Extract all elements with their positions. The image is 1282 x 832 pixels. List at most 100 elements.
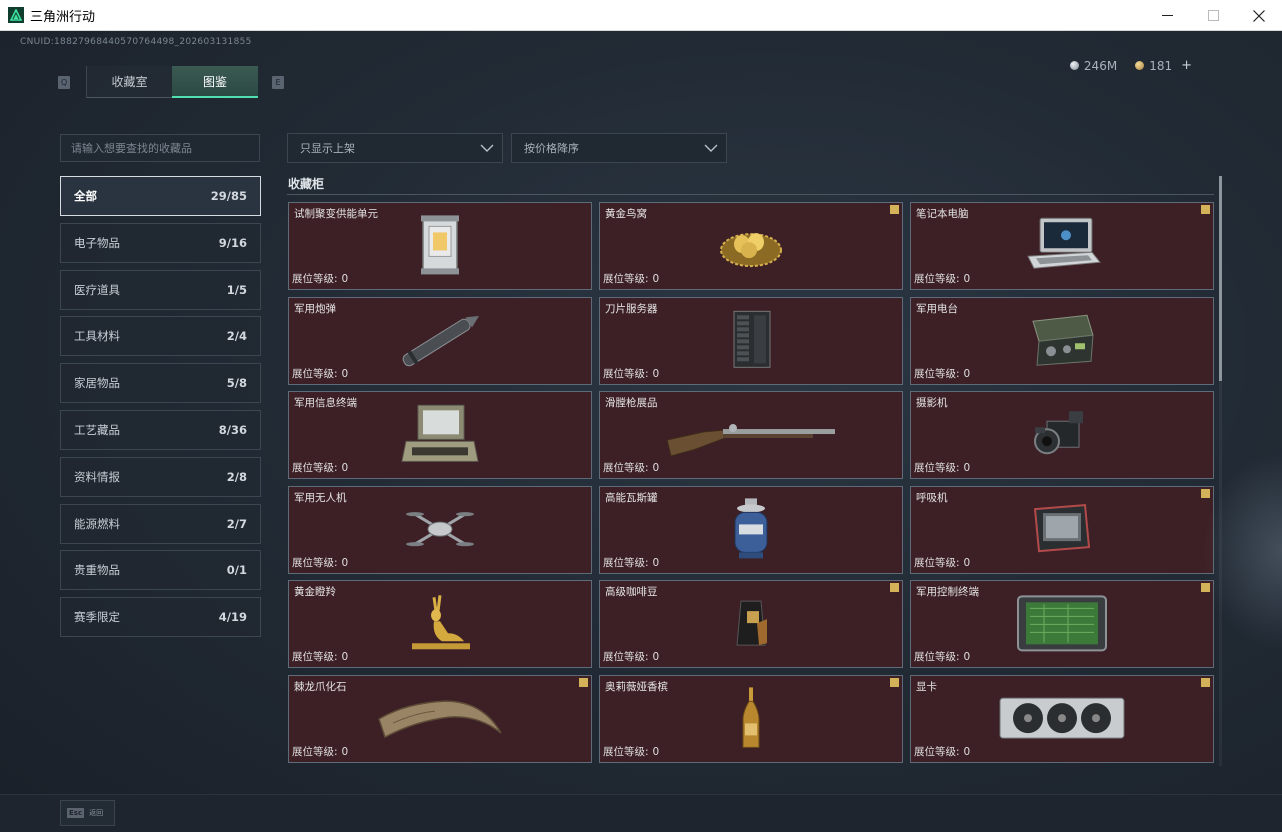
bottom-bar: Esc 返回: [0, 794, 1282, 832]
level-value: 0: [652, 651, 660, 663]
level-label: 展位等级:: [914, 745, 960, 758]
champagne-icon: [739, 685, 763, 755]
category-count: 9/16: [218, 235, 247, 250]
flag-badge: [890, 583, 899, 592]
level-value: 0: [652, 556, 660, 569]
category-count: 2/4: [226, 329, 247, 344]
category-tools[interactable]: 工具材料 2/4: [60, 316, 261, 357]
sort-label: 按价格降序: [524, 142, 579, 155]
item-name: 呼吸机: [916, 491, 948, 504]
item-card[interactable]: 奥莉薇娅香槟 展位等级: 0: [599, 674, 903, 763]
level-label: 展位等级:: [914, 462, 960, 474]
level-label: 展位等级:: [603, 462, 649, 474]
laptop-icon: [1022, 216, 1102, 278]
close-button[interactable]: [1236, 0, 1282, 31]
category-count: 2/8: [226, 469, 247, 484]
category-household[interactable]: 家居物品 5/8: [60, 363, 261, 404]
item-name: 军用电台: [916, 302, 958, 315]
item-name: 棘龙爪化石: [294, 680, 347, 693]
level-value: 0: [341, 745, 349, 758]
item-card[interactable]: 军用控制终端 展位等级: 0: [910, 580, 1214, 668]
flag-badge: [890, 205, 899, 214]
item-card[interactable]: 呼吸机 展位等级: 0: [910, 485, 1214, 574]
artillery-shell-icon: [392, 309, 488, 375]
scrollbar-thumb[interactable]: [1219, 176, 1222, 381]
item-card[interactable]: 高级咖啡豆 展位等级: 0: [599, 580, 903, 668]
tab-codex[interactable]: 图鉴: [172, 66, 258, 98]
category-count: 8/36: [218, 422, 247, 437]
sort-dropdown[interactable]: 按价格降序: [511, 133, 727, 163]
level-label: 展位等级:: [603, 745, 649, 758]
item-card[interactable]: 军用电台 展位等级: 0: [910, 296, 1214, 385]
item-name: 显卡: [916, 680, 937, 693]
category-all[interactable]: 全部 29/85: [60, 176, 261, 216]
collection-grid: 试制聚变供能单元 展位等级: 0 黄金鸟窝 展位等级: 0 笔记本电脑 展位等级: 0…: [288, 202, 1214, 763]
level-label: 展位等级:: [292, 745, 338, 758]
flag-badge: [579, 677, 588, 687]
category-electronics[interactable]: 电子物品 9/16: [60, 222, 261, 263]
level-label: 展位等级:: [914, 367, 960, 380]
level-label: 展位等级:: [292, 367, 338, 380]
golden-nest-icon: [718, 220, 784, 274]
top-tabs: Q 收藏室 图鉴 E: [58, 66, 284, 98]
close-icon: [1253, 9, 1265, 22]
display-level: 展位等级: 0: [292, 271, 348, 286]
category-label: 资料情报: [74, 469, 120, 484]
shelf-filter-dropdown[interactable]: 只显示上架: [287, 133, 503, 163]
add-currency-button[interactable]: +: [1181, 58, 1192, 73]
item-card[interactable]: 黄金瞪羚 展位等级: 0: [288, 580, 592, 668]
maximize-button[interactable]: [1190, 0, 1236, 31]
info-terminal-icon: [400, 403, 480, 469]
musket-icon: [663, 410, 839, 462]
item-card[interactable]: 高能瓦斯罐 展位等级: 0: [599, 485, 903, 574]
blade-server-icon: [726, 309, 776, 375]
silver-currency: 246M: [1069, 58, 1117, 73]
item-card[interactable]: 笔记本电脑 展位等级: 0: [910, 202, 1214, 290]
level-label: 展位等级:: [292, 651, 338, 663]
item-name: 黄金瞪羚: [294, 586, 336, 598]
category-label: 电子物品: [74, 235, 120, 250]
category-count: 0/1: [226, 563, 247, 578]
item-card[interactable]: 滑膛枪展品 展位等级: 0: [599, 391, 903, 479]
category-valuables[interactable]: 贵重物品 0/1: [60, 550, 261, 591]
item-card[interactable]: 黄金鸟窝 展位等级: 0: [599, 202, 903, 290]
item-card[interactable]: 显卡 展位等级: 0: [910, 674, 1214, 763]
item-card[interactable]: 军用信息终端 展位等级: 0: [288, 391, 592, 479]
display-level: 展位等级: 0: [914, 460, 970, 475]
category-count: 29/85: [210, 189, 247, 203]
shelf-filter-label: 只显示上架: [300, 142, 355, 155]
category-crafts[interactable]: 工艺藏品 8/36: [60, 409, 261, 450]
tab-collection-room[interactable]: 收藏室: [86, 66, 172, 98]
ventilator-icon: [1031, 503, 1093, 559]
category-label: 医疗道具: [74, 282, 120, 297]
item-card[interactable]: 试制聚变供能单元 展位等级: 0: [288, 202, 592, 290]
item-card[interactable]: 刀片服务器 展位等级: 0: [599, 296, 903, 385]
item-card[interactable]: 棘龙爪化石 展位等级: 0: [288, 674, 592, 763]
item-name: 军用无人机: [294, 491, 347, 504]
item-card[interactable]: 军用无人机 展位等级: 0: [288, 485, 592, 574]
level-label: 展位等级:: [603, 556, 649, 569]
back-button[interactable]: Esc 返回: [60, 800, 115, 826]
control-terminal-icon: [1014, 592, 1110, 658]
category-medical[interactable]: 医疗道具 1/5: [60, 269, 261, 310]
item-card[interactable]: 摄影机 展位等级: 0: [910, 391, 1214, 479]
category-count: 1/5: [226, 282, 247, 297]
minimize-button[interactable]: [1144, 0, 1190, 31]
category-energy[interactable]: 能源燃料 2/7: [60, 503, 261, 544]
level-label: 展位等级:: [292, 556, 338, 569]
item-card[interactable]: 军用炮弹 展位等级: 0: [288, 296, 592, 385]
search-input[interactable]: 请输入想要查找的收藏品: [60, 134, 260, 162]
level-value: 0: [652, 462, 660, 474]
drone-icon: [405, 502, 475, 560]
display-level: 展位等级: 0: [914, 744, 970, 759]
category-season-limited[interactable]: 赛季限定 4/19: [60, 597, 261, 638]
display-level: 展位等级: 0: [603, 271, 659, 286]
item-name: 摄影机: [916, 397, 948, 409]
level-value: 0: [341, 367, 349, 380]
item-name: 军用炮弹: [294, 302, 336, 315]
item-name: 刀片服务器: [605, 302, 658, 315]
level-value: 0: [652, 745, 660, 758]
category-intel[interactable]: 资料情报 2/8: [60, 456, 261, 497]
item-name: 试制聚变供能单元: [294, 208, 378, 220]
chevron-down-icon: [480, 144, 494, 152]
